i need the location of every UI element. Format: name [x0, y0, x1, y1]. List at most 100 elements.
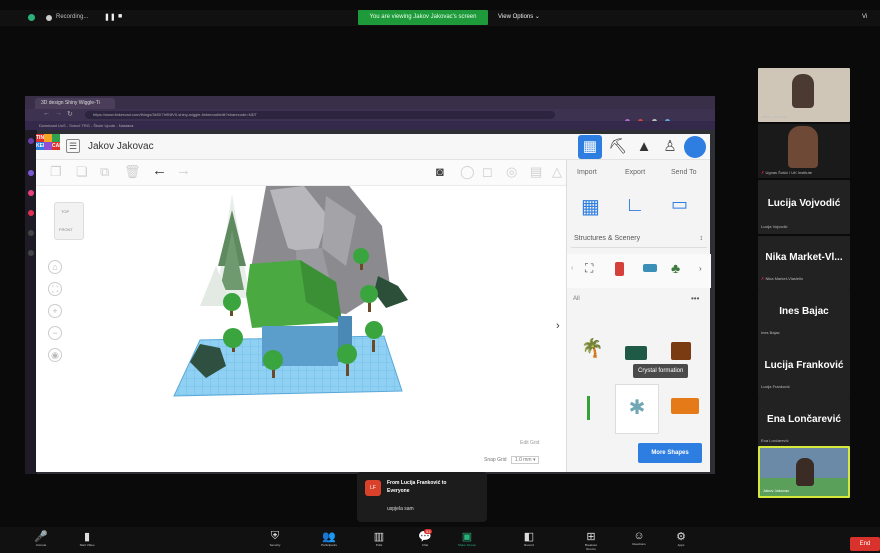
export-tab[interactable]: Export	[625, 169, 645, 176]
participants-button[interactable]: 👥 Participants	[318, 530, 340, 547]
home-view-icon[interactable]: ⌂	[48, 260, 62, 274]
shapes-panel: Import Export Send To ▦ ∟ ▭ Structures &…	[566, 160, 711, 472]
view-mode-button[interactable]: Vi	[862, 14, 867, 20]
crystal-formation-shape[interactable]: ✱	[615, 384, 659, 434]
ungroup-icon[interactable]: ◎	[506, 164, 517, 180]
snap-grid-control[interactable]: Snap Grid 1.0 mm ▾	[484, 456, 540, 464]
notes-icon[interactable]: ◙	[436, 164, 444, 179]
crate-shape[interactable]	[671, 342, 691, 360]
duplicate-icon[interactable]: ⧉	[100, 164, 109, 180]
shape-category-select[interactable]: Structures & Scenery ↕	[571, 230, 707, 248]
dock-app-icon[interactable]	[28, 210, 34, 216]
more-options-icon[interactable]: •••	[691, 294, 699, 303]
undo-icon[interactable]: ←	[152, 162, 167, 179]
bar-chart-icon: ▥	[373, 531, 385, 543]
align-icon[interactable]: ▤	[530, 164, 542, 180]
light-bulb-icon[interactable]: ◯	[460, 164, 475, 180]
view-options-button[interactable]: View Options ⌄	[498, 10, 558, 25]
add-user-icon[interactable]: ♙	[658, 135, 682, 159]
copy-icon[interactable]: ❐	[50, 164, 62, 180]
participant-tile[interactable]: Lucija Vojvodić Lucija Vojvodić	[758, 180, 850, 234]
browser-tab[interactable]: 3D design Shiny Wiggle-Ti	[35, 98, 115, 109]
all-shapes-icon[interactable]: ⛶	[585, 261, 593, 276]
security-button[interactable]: ⛨ Security	[264, 530, 286, 547]
forward-arrow-icon[interactable]: →	[55, 110, 62, 117]
view-cube[interactable]: TOP FRONT	[54, 202, 84, 240]
round-tree[interactable]	[223, 293, 241, 316]
participant-tile[interactable]: Lucija Franković Lucija Franković	[758, 344, 850, 398]
participant-tile[interactable]: Ines Bajac Ines Bajac	[758, 290, 850, 344]
participant-video-tile[interactable]: Jakov Jakovac	[758, 68, 850, 122]
perspective-icon[interactable]: ◉	[48, 348, 62, 362]
redo-icon[interactable]: →	[176, 162, 191, 179]
pole-shape[interactable]	[587, 396, 590, 420]
tinkercad-logo[interactable]: TIN KER CAD	[36, 134, 63, 158]
dock-app-icon[interactable]	[28, 138, 34, 144]
browser-url-field[interactable]: https://www.tinkercad.com/things/3k5X7h9…	[85, 111, 555, 119]
mirror-icon[interactable]: △	[552, 164, 562, 180]
zoom-out-icon[interactable]: −	[48, 326, 62, 340]
vehicles-icon[interactable]	[643, 264, 657, 272]
participant-video-tile[interactable]: ✗ Ugnas Šošić / UK Institute	[758, 124, 850, 178]
project-name[interactable]: Jakov Jakovac	[88, 141, 154, 152]
structures-icon[interactable]	[615, 262, 624, 276]
back-arrow-icon[interactable]: ←	[43, 110, 50, 117]
block-shape[interactable]	[625, 346, 647, 360]
group-icon[interactable]: ◻	[482, 164, 493, 180]
bookmarks-bar[interactable]: Download UoS - Sveuč TRG - Škole Upute -…	[25, 121, 715, 130]
dock-app-icon[interactable]	[28, 230, 34, 236]
paste-icon[interactable]: ❏	[76, 164, 88, 180]
collapse-panel-icon[interactable]: ›	[556, 320, 560, 332]
scroll-right-icon[interactable]: ›	[699, 264, 702, 273]
fit-view-icon[interactable]: ⛶	[48, 282, 62, 296]
breakout-rooms-button[interactable]: ⊞ Breakout Rooms	[580, 530, 602, 551]
dock-app-icon[interactable]	[28, 250, 34, 256]
active-speaker-tile[interactable]: Jakov Jakovac	[758, 446, 850, 498]
pause-recording-icon[interactable]: ❚❚	[104, 13, 116, 21]
import-tab[interactable]: Import	[577, 169, 597, 176]
more-shapes-button[interactable]: More Shapes	[638, 443, 702, 463]
scenery-icon[interactable]: ♣	[671, 260, 680, 276]
bush-shape[interactable]	[374, 276, 408, 308]
snap-grid-select[interactable]: 1.0 mm ▾	[510, 456, 540, 464]
muted-mic-icon: ✗	[761, 170, 765, 175]
participant-silhouette	[788, 126, 818, 168]
chat-sender: From Lucija Franković to Everyone	[387, 480, 447, 494]
start-video-button[interactable]: ▮ Start Video	[76, 530, 98, 547]
share-screen-button[interactable]: ▣ Share Screen	[456, 530, 478, 547]
workplane-scene[interactable]	[146, 186, 466, 472]
reactions-button[interactable]: ☺ Reactions	[628, 530, 650, 546]
scroll-left-icon[interactable]: ‹	[571, 265, 573, 272]
3d-design-view-icon[interactable]: ▦	[578, 135, 602, 159]
edit-grid-button[interactable]: Edit Grid	[520, 440, 539, 446]
share-arrow-icon: ▣	[461, 531, 473, 543]
user-avatar[interactable]	[684, 136, 706, 158]
participant-tile[interactable]: Ena Lončarević Ena Lončarević	[758, 398, 850, 452]
zoom-in-icon[interactable]: +	[48, 304, 62, 318]
end-meeting-button[interactable]: End	[850, 537, 880, 551]
participant-tile[interactable]: Nika Market-Vl... ✗ Nika Market-Vlasleli…	[758, 236, 850, 290]
reload-icon[interactable]: ↻	[67, 110, 73, 118]
apps-button[interactable]: ⚙ Apps	[670, 530, 692, 547]
dock-app-icon[interactable]	[28, 170, 34, 176]
dock-app-icon[interactable]	[28, 190, 34, 196]
record-button[interactable]: ◧ Record	[518, 530, 540, 547]
stop-recording-icon[interactable]: ■	[118, 13, 122, 20]
workplane-icon[interactable]: ▦	[581, 194, 600, 219]
crystal-icon: ✱	[628, 397, 646, 419]
chest-shape[interactable]	[671, 398, 699, 414]
blocks-view-icon[interactable]: ⛏	[606, 135, 630, 159]
palm-tree-shape[interactable]: 🌴	[581, 338, 603, 359]
chat-notification[interactable]: LF From Lucija Franković to Everyone usp…	[357, 472, 487, 522]
round-tree[interactable]	[360, 285, 378, 312]
send-to-tab[interactable]: Send To	[671, 169, 697, 176]
ruler-icon[interactable]: ∟	[625, 194, 645, 217]
bricks-view-icon[interactable]: ▲	[632, 135, 656, 159]
design-list-icon[interactable]: ☰	[66, 139, 80, 153]
browser-extensions[interactable]	[625, 111, 705, 124]
notes-icon[interactable]: ▭	[671, 194, 688, 215]
unmute-button[interactable]: 🎤 Unmute	[30, 530, 52, 547]
polls-button[interactable]: ▥ Polls	[368, 530, 390, 547]
shape-tooltip: Crystal formation	[633, 364, 689, 378]
delete-icon[interactable]: 🗑	[124, 164, 141, 180]
